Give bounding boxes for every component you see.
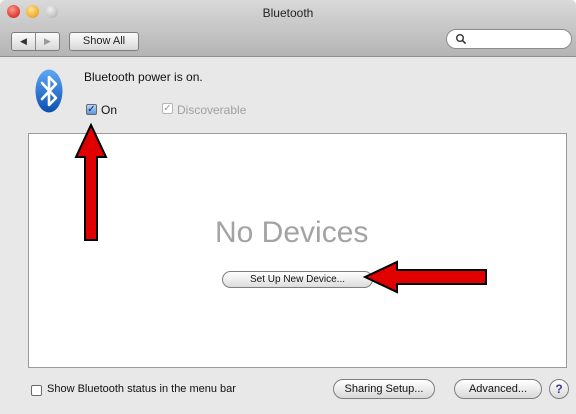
bluetooth-power-status: Bluetooth power is on. bbox=[84, 70, 203, 84]
search-field[interactable] bbox=[446, 29, 572, 49]
discoverable-checkbox: ✓ bbox=[162, 103, 173, 114]
bluetooth-logo-icon bbox=[35, 69, 63, 113]
forward-button[interactable]: ▶ bbox=[36, 33, 59, 50]
annotation-arrow-up-icon bbox=[74, 123, 108, 241]
on-checkbox-label[interactable]: On bbox=[101, 103, 117, 117]
back-arrow-icon: ◀ bbox=[20, 36, 27, 46]
search-icon bbox=[456, 34, 467, 45]
show-in-menu-bar-label[interactable]: Show Bluetooth status in the menu bar bbox=[47, 383, 236, 395]
navigation-segmented-control: ◀ ▶ bbox=[11, 32, 60, 51]
back-button[interactable]: ◀ bbox=[12, 33, 36, 50]
title-bar: Bluetooth ◀ ▶ Show All bbox=[0, 0, 576, 57]
on-checkbox[interactable]: ✓ bbox=[86, 104, 97, 115]
help-button[interactable]: ? bbox=[549, 379, 569, 399]
devices-list-panel: No Devices Set Up New Device... bbox=[28, 133, 567, 368]
set-up-new-device-button[interactable]: Set Up New Device... bbox=[222, 271, 373, 288]
sharing-setup-button[interactable]: Sharing Setup... bbox=[333, 379, 435, 399]
window-title: Bluetooth bbox=[262, 6, 314, 20]
forward-arrow-icon: ▶ bbox=[44, 36, 51, 46]
show-in-menu-bar-checkbox[interactable] bbox=[31, 385, 42, 396]
advanced-button[interactable]: Advanced... bbox=[454, 379, 542, 399]
show-all-button[interactable]: Show All bbox=[69, 32, 139, 51]
discoverable-checkbox-label: Discoverable bbox=[177, 103, 247, 117]
annotation-arrow-left-icon bbox=[363, 260, 487, 294]
no-devices-message: No Devices bbox=[215, 216, 369, 249]
search-input[interactable] bbox=[469, 31, 569, 49]
